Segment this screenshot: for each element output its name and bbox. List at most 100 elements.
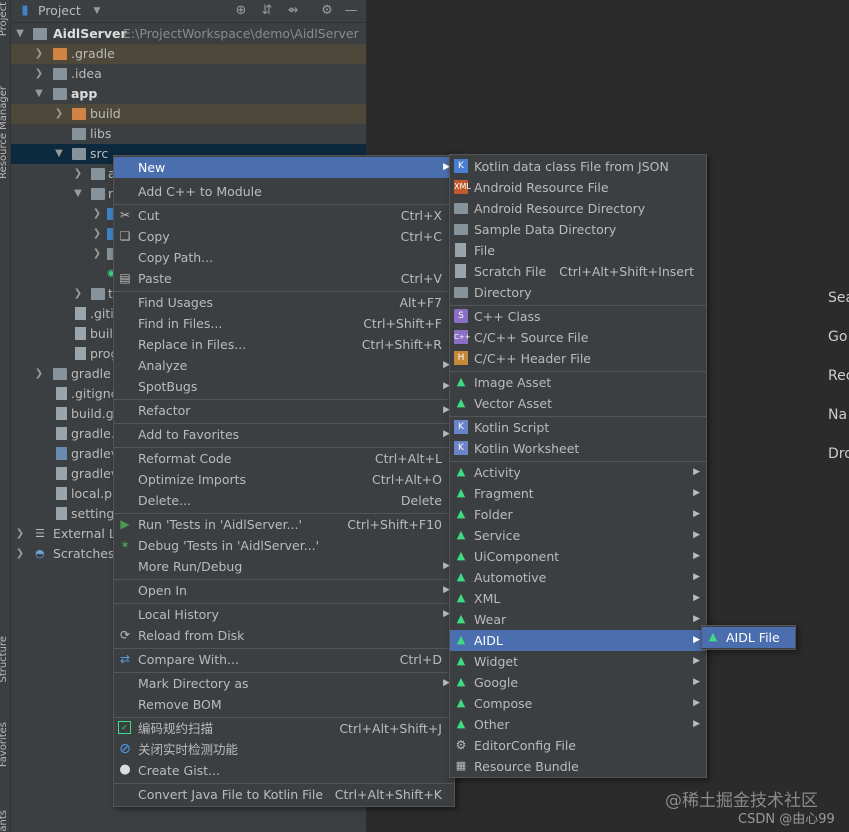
menu-item-automotive[interactable]: ▲ Automotive ▶ [450,567,706,588]
menu-item-image-asset[interactable]: ▲ Image Asset [450,372,706,393]
menu-item-find-usages[interactable]: Find Usages Alt+F7 [114,292,454,313]
menu-item-add-to-favorites[interactable]: Add to Favorites ▶ [114,424,454,445]
menu-item-reformat-code[interactable]: Reformat Code Ctrl+Alt+L [114,448,454,469]
menu-item-vector-asset[interactable]: ▲ Vector Asset [450,393,706,414]
expand-all-icon[interactable]: ⇵ [259,3,275,19]
gear-icon[interactable]: ⚙ [319,3,335,19]
chevron-down-icon[interactable]: ▼ [89,3,105,19]
chevron-right-icon[interactable]: ❯ [33,364,45,384]
submenu-arrow-icon: ▶ [693,593,700,603]
menu-item-aidl-file[interactable]: ▲ AIDL File [702,627,795,648]
file-icon [56,487,67,500]
menu-item-reload-from-disk[interactable]: ⟳ Reload from Disk [114,625,454,646]
menu-item-open-in[interactable]: Open In ▶ [114,580,454,601]
menu-item-more-run-debug[interactable]: More Run/Debug ▶ [114,556,454,577]
favorites-tool-tab[interactable]: Favorites [0,722,9,767]
menu-item-debug-tests[interactable]: ✶ Debug 'Tests in 'AidlServer...' [114,535,454,556]
menu-item-editorconfig[interactable]: ⚙ EditorConfig File [450,735,706,756]
tree-row-root[interactable]: ▼ AidlServer E:\ProjectWorkspace\demo\Ai… [11,24,366,44]
menu-item-label: Wear [474,612,507,627]
menu-item-file[interactable]: File [450,240,706,261]
menu-item-sample-data-directory[interactable]: Sample Data Directory [450,219,706,240]
tree-row[interactable]: libs [11,124,366,144]
menu-item-kotlin-worksheet[interactable]: K Kotlin Worksheet [450,438,706,459]
menu-item-replace-in-files[interactable]: Replace in Files... Ctrl+Shift+R [114,334,454,355]
paste-icon: ▤ [119,271,131,285]
chevron-right-icon[interactable]: ❯ [72,284,84,304]
menu-item-convert-to-kotlin[interactable]: Convert Java File to Kotlin File Ctrl+Al… [114,784,454,805]
tree-label: .idea [71,66,102,81]
collapse-all-icon[interactable]: ⇴ [285,3,301,19]
menu-item-compose[interactable]: ▲ Compose ▶ [450,693,706,714]
menu-item-wear[interactable]: ▲ Wear ▶ [450,609,706,630]
tree-row[interactable]: ▼ app [11,84,366,104]
chevron-right-icon[interactable]: ❯ [53,104,65,124]
menu-item-add-cpp[interactable]: Add C++ to Module [114,181,454,202]
locate-icon[interactable]: ⊕ [233,3,249,19]
chevron-right-icon[interactable]: ❯ [33,64,45,84]
menu-item-analyze[interactable]: Analyze ▶ [114,355,454,376]
structure-tool-tab[interactable]: Structure [0,636,9,683]
menu-item-android-resource-file[interactable]: XML Android Resource File [450,177,706,198]
chevron-right-icon[interactable]: ❯ [91,224,103,244]
menu-item-fragment[interactable]: ▲ Fragment ▶ [450,483,706,504]
menu-item-create-gist[interactable]: ● Create Gist... [114,760,454,781]
menu-item-spotbugs[interactable]: SpotBugs ▶ [114,376,454,397]
variants-tool-tab[interactable]: ants [0,810,9,832]
menu-item-directory[interactable]: Directory [450,282,706,303]
menu-item-aidl[interactable]: ▲ AIDL ▶ [450,630,706,651]
menu-item-android-resource-directory[interactable]: Android Resource Directory [450,198,706,219]
menu-item-kotlin-script[interactable]: K Kotlin Script [450,417,706,438]
menu-item-other[interactable]: ▲ Other ▶ [450,714,706,735]
chevron-down-icon[interactable]: ▼ [33,84,45,104]
menu-item-optimize-imports[interactable]: Optimize Imports Ctrl+Alt+O [114,469,454,490]
chevron-right-icon[interactable]: ❯ [33,44,45,64]
tree-row[interactable]: ❯ .idea [11,64,366,84]
menu-item-find-in-files[interactable]: Find in Files... Ctrl+Shift+F [114,313,454,334]
chevron-down-icon[interactable]: ▼ [53,144,65,164]
menu-item-cut[interactable]: ✂ Cut Ctrl+X [114,205,454,226]
menu-item-refactor[interactable]: Refactor ▶ [114,400,454,421]
menu-item-cpp-class[interactable]: S C++ Class [450,306,706,327]
chevron-right-icon[interactable]: ❯ [91,244,103,264]
chevron-down-icon[interactable]: ▼ [14,24,26,44]
menu-item-scratch-file[interactable]: Scratch File Ctrl+Alt+Shift+Insert [450,261,706,282]
folder-icon [53,68,67,80]
project-tool-tab[interactable]: Project [0,2,9,36]
menu-item-compare-with[interactable]: ⇄ Compare With... Ctrl+D [114,649,454,670]
menu-item-google[interactable]: ▲ Google ▶ [450,672,706,693]
chevron-right-icon[interactable]: ❯ [14,524,26,544]
menu-item-cpp-header[interactable]: H C/C++ Header File [450,348,706,369]
android-icon: ▲ [456,570,466,583]
menu-item-kotlin-json[interactable]: K Kotlin data class File from JSON [450,156,706,177]
submenu-arrow-icon: ▶ [693,719,700,729]
menu-item-code-scan[interactable]: ✓ 编码规约扫描 Ctrl+Alt+Shift+J [114,718,454,739]
menu-item-remove-bom[interactable]: Remove BOM [114,694,454,715]
chevron-right-icon[interactable]: ❯ [91,204,103,224]
chevron-right-icon[interactable]: ❯ [14,544,26,564]
menu-item-delete[interactable]: Delete... Delete [114,490,454,511]
menu-item-folder[interactable]: ▲ Folder ▶ [450,504,706,525]
project-view-selector[interactable]: Project [38,3,81,18]
menu-item-uicomponent[interactable]: ▲ UiComponent ▶ [450,546,706,567]
tree-row[interactable]: ❯ .gradle [11,44,366,64]
menu-item-resource-bundle[interactable]: ▦ Resource Bundle [450,756,706,777]
resource-manager-tool-tab[interactable]: Resource Manager [0,86,9,179]
menu-item-run-tests[interactable]: ▶ Run 'Tests in 'AidlServer...' Ctrl+Shi… [114,514,454,535]
menu-item-service[interactable]: ▲ Service ▶ [450,525,706,546]
chevron-right-icon[interactable]: ❯ [72,164,84,184]
menu-item-mark-directory-as[interactable]: Mark Directory as ▶ [114,673,454,694]
menu-item-new[interactable]: New ▶ [114,157,454,178]
menu-item-activity[interactable]: ▲ Activity ▶ [450,462,706,483]
menu-item-widget[interactable]: ▲ Widget ▶ [450,651,706,672]
hide-icon[interactable]: — [343,3,359,19]
menu-item-paste[interactable]: ▤ Paste Ctrl+V [114,268,454,289]
chevron-down-icon[interactable]: ▼ [72,184,84,204]
menu-item-xml[interactable]: ▲ XML ▶ [450,588,706,609]
menu-item-cpp-source[interactable]: C++ C/C++ Source File [450,327,706,348]
menu-item-local-history[interactable]: Local History ▶ [114,604,454,625]
tree-row[interactable]: ❯ build [11,104,366,124]
menu-item-copy[interactable]: ❏ Copy Ctrl+C [114,226,454,247]
menu-item-copy-path[interactable]: Copy Path... [114,247,454,268]
menu-item-disable-realtime-check[interactable]: ⊘ 关闭实时检测功能 [114,739,454,760]
